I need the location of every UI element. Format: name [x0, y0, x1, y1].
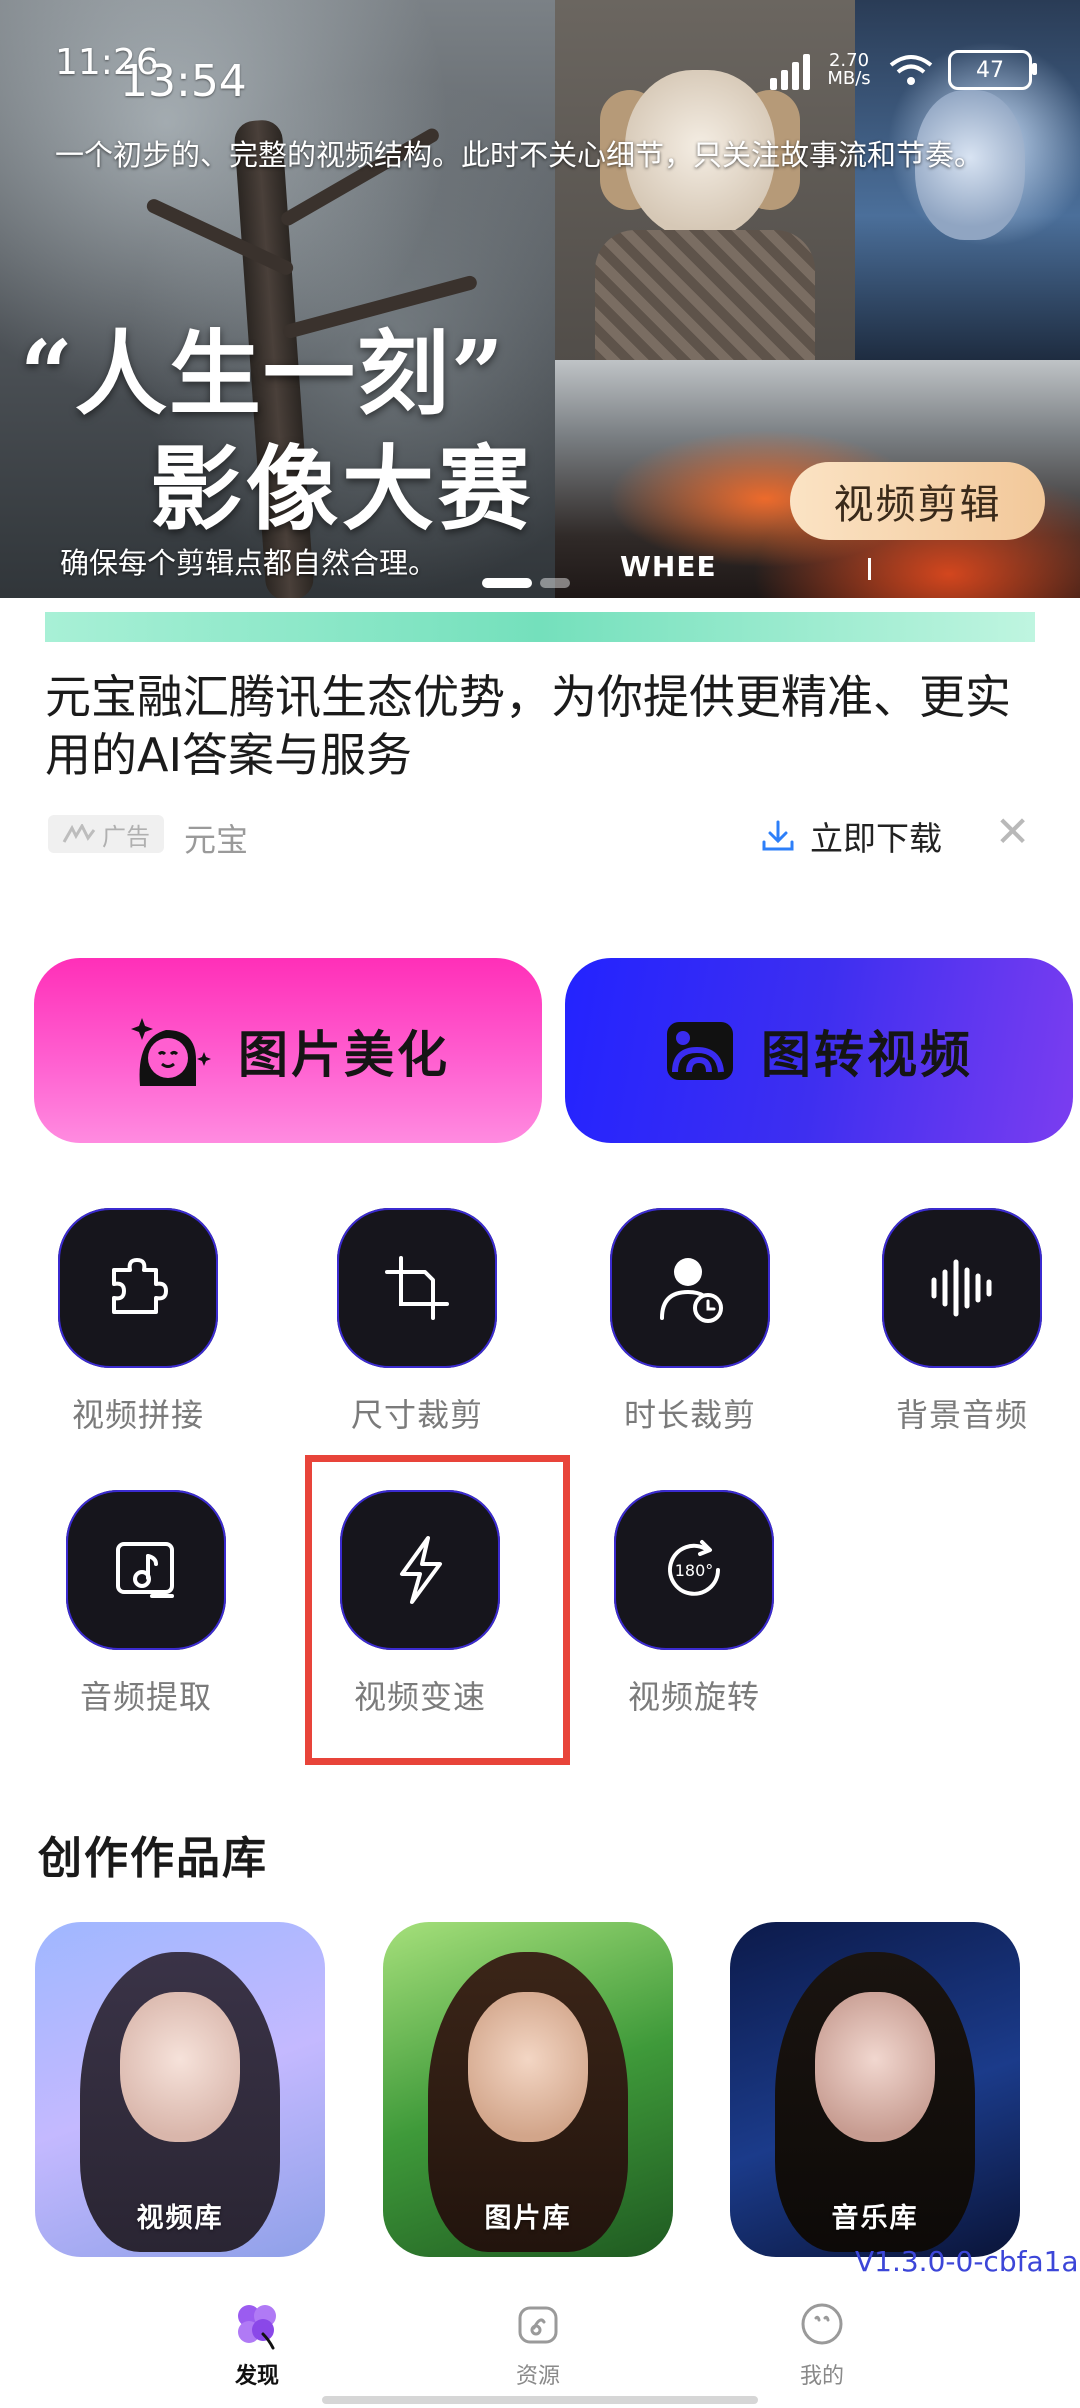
- svg-text:180°: 180°: [675, 1561, 714, 1580]
- banner-bottom-edge: [0, 598, 1080, 612]
- version-label: V1.3.0-0-cbfa1a: [855, 2245, 1079, 2278]
- banner-title-line2: 影像大赛: [150, 435, 535, 543]
- nav-resources[interactable]: 资源: [478, 2296, 598, 2390]
- ad-tag: 广告: [48, 815, 164, 853]
- tool-audio-extract[interactable]: 音频提取: [46, 1490, 246, 1718]
- rotate-180-icon: 180°: [668, 1540, 720, 1596]
- library-card-label: 音乐库: [831, 2203, 919, 2234]
- ad-download-label: 立即下载: [810, 819, 942, 858]
- library-card-music[interactable]: 音乐库: [730, 1922, 1020, 2257]
- banner-watermark: WHEE: [620, 550, 717, 583]
- sound-wave-icon: [931, 1259, 992, 1317]
- tool-background-audio[interactable]: 背景音频: [862, 1208, 1062, 1436]
- tool-icon-bg: 180°: [614, 1490, 774, 1650]
- tool-duration-trim[interactable]: 时长裁剪: [590, 1208, 790, 1436]
- tool-video-rotate[interactable]: 180° 视频旋转: [594, 1490, 794, 1718]
- ad-tag-label: 广告: [102, 822, 150, 851]
- banner-divider: [868, 558, 871, 580]
- tool-video-join[interactable]: 视频拼接: [38, 1208, 238, 1436]
- nav-label: 我的: [799, 2364, 844, 2389]
- pagination-dot: [540, 578, 570, 588]
- discover-icon: [238, 2305, 276, 2350]
- tool-label: 尺寸裁剪: [350, 1396, 483, 1434]
- image-to-video-icon: [667, 1021, 733, 1080]
- banner-caption-bottom: 确保每个剪辑点都自然合理。: [60, 546, 438, 580]
- library-card-label: 视频库: [136, 2203, 224, 2234]
- tool-label: 音频提取: [79, 1678, 212, 1716]
- banner-title-line1: “人生一刻”: [20, 320, 506, 428]
- person-clock-icon: [660, 1258, 723, 1323]
- battery-icon: 47: [948, 50, 1037, 90]
- status-icons: 2.70 MB/s 47: [770, 40, 1037, 100]
- status-time: 13:54: [120, 56, 247, 107]
- tool-icon-bg: [66, 1490, 226, 1650]
- image-to-video-label: 图转视频: [761, 1025, 973, 1084]
- tool-size-crop[interactable]: 尺寸裁剪: [317, 1208, 517, 1436]
- tool-label: 时长裁剪: [623, 1396, 756, 1434]
- signal-icon: [770, 50, 810, 90]
- net-speed: 2.70 MB/s: [827, 50, 871, 89]
- library-card-video[interactable]: 视频库: [35, 1922, 325, 2257]
- ad-image-strip: [45, 612, 1035, 642]
- highlight-box: [305, 1455, 570, 1765]
- tool-icon-bg: [882, 1208, 1042, 1368]
- library-title: 创作作品库: [38, 1833, 268, 1884]
- home-indicator[interactable]: [322, 2396, 758, 2404]
- download-icon: [762, 820, 794, 851]
- banner-caption-top: 一个初步的、完整的视频结构。此时不关心细节，只关注故事流和节奏。: [55, 138, 984, 172]
- battery-level: 47: [976, 57, 1004, 83]
- ad-close-icon[interactable]: ✕: [995, 811, 1030, 853]
- video-edit-pill[interactable]: 视频剪辑: [790, 462, 1045, 540]
- tool-label: 视频拼接: [71, 1396, 204, 1434]
- nav-label: 资源: [515, 2364, 560, 2389]
- face-sparkle-icon: [131, 1017, 211, 1086]
- image-beautify-label: 图片美化: [238, 1025, 450, 1084]
- ad-headline[interactable]: 元宝融汇腾讯生态优势，为你提供更精准、更实用的AI答案与服务: [45, 668, 1035, 784]
- tool-icon-bg: [610, 1208, 770, 1368]
- crop-icon: [385, 1256, 449, 1320]
- image-beautify-button[interactable]: 图片美化: [34, 958, 542, 1143]
- image-to-video-button[interactable]: 图转视频: [565, 958, 1073, 1143]
- resource-icon: [518, 2306, 558, 2344]
- pagination-dot-active: [482, 578, 532, 588]
- nav-label: 发现: [234, 2364, 279, 2389]
- banner-pagination[interactable]: [482, 578, 570, 588]
- profile-icon: [801, 2303, 843, 2345]
- ad-download-button[interactable]: 立即下载: [760, 812, 942, 860]
- tool-icon-bg: [58, 1208, 218, 1368]
- ad-logo-icon: [62, 824, 96, 843]
- puzzle-icon: [112, 1258, 168, 1314]
- library-card-label: 图片库: [484, 2203, 572, 2234]
- library-card-image[interactable]: 图片库: [383, 1922, 673, 2257]
- tool-label: 背景音频: [895, 1396, 1028, 1434]
- nav-profile[interactable]: 我的: [762, 2296, 882, 2390]
- ad-brand: 元宝: [184, 821, 249, 859]
- tool-icon-bg: [337, 1208, 497, 1368]
- music-note-icon: [116, 1542, 174, 1598]
- wifi-icon: [889, 55, 933, 85]
- tool-label: 视频旋转: [627, 1678, 760, 1716]
- nav-discover[interactable]: 发现: [197, 2296, 317, 2390]
